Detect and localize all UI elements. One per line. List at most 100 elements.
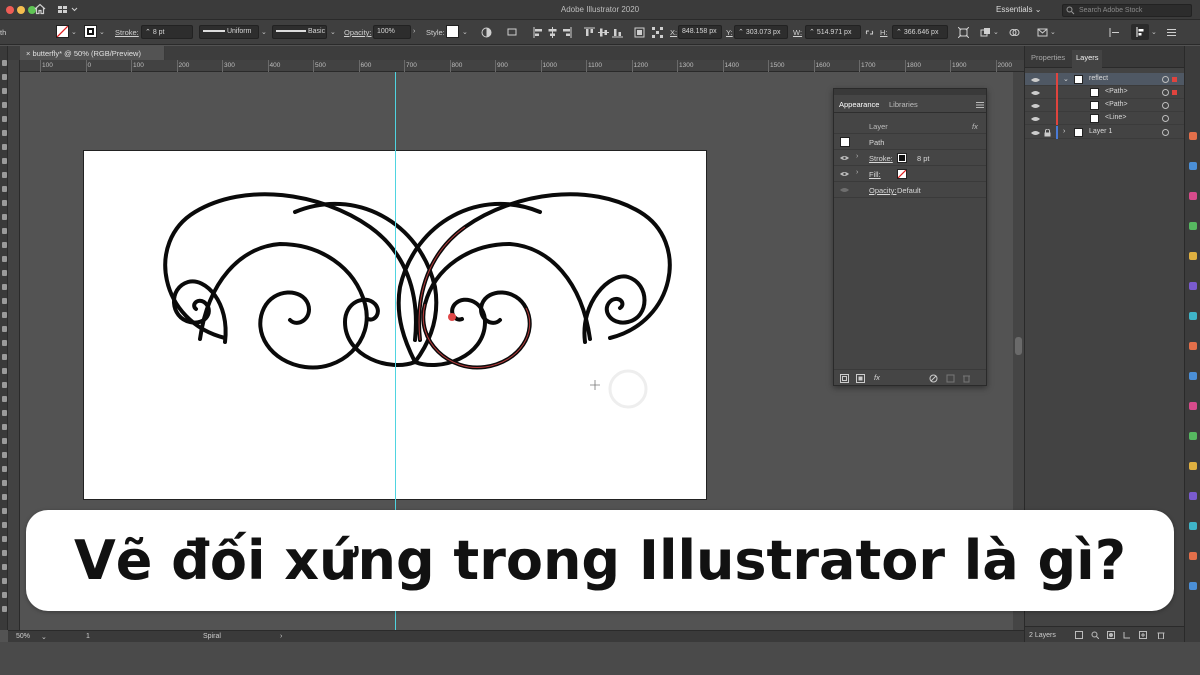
workspace-switcher-icon[interactable] (57, 4, 79, 16)
layer-name[interactable]: <Line> (1105, 114, 1126, 121)
trash-icon[interactable] (962, 374, 971, 383)
tool-icon[interactable] (2, 144, 7, 150)
app-icon[interactable] (1189, 342, 1197, 350)
layer-name[interactable]: <Path> (1105, 101, 1128, 108)
tool-icon[interactable] (2, 116, 7, 122)
stroke-color-swatch[interactable] (897, 153, 907, 163)
tool-icon[interactable] (2, 340, 7, 346)
chevron-down-icon[interactable]: ⌄ (1151, 28, 1157, 36)
y-position-field[interactable]: ⌃ 303.073 px (734, 25, 788, 39)
tool-icon[interactable] (2, 396, 7, 402)
tool-icon[interactable] (2, 270, 7, 276)
new-layer-icon[interactable] (1139, 631, 1147, 639)
home-icon[interactable] (34, 3, 46, 15)
eye-icon[interactable] (840, 171, 849, 177)
align-to-icon[interactable] (507, 27, 518, 38)
tool-icon[interactable] (2, 368, 7, 374)
locate-object-icon[interactable] (1091, 631, 1099, 639)
app-icon[interactable] (1189, 492, 1197, 500)
app-icon[interactable] (1189, 372, 1197, 380)
transform-icon[interactable] (958, 27, 969, 38)
align-right-icon[interactable] (561, 27, 572, 38)
tool-icon[interactable] (2, 410, 7, 416)
app-icon[interactable] (1189, 252, 1197, 260)
workspace-menu[interactable]: Essentials ⌄ (996, 5, 1041, 14)
align-middle-icon[interactable] (598, 27, 609, 38)
panel-menu-icon[interactable] (976, 101, 984, 109)
app-icon[interactable] (1189, 132, 1197, 140)
eye-icon[interactable] (1031, 103, 1040, 109)
vertical-ruler[interactable] (8, 60, 20, 630)
panel-menu-icon[interactable] (1166, 27, 1177, 38)
tab-appearance[interactable]: Appearance (839, 100, 879, 109)
tool-icon[interactable] (2, 102, 7, 108)
tool-icon[interactable] (2, 578, 7, 584)
tab-properties[interactable]: Properties (1031, 53, 1065, 62)
stroke-label[interactable]: Stroke: (115, 28, 139, 37)
target-circle-icon[interactable] (1162, 102, 1169, 109)
reference-point-icon[interactable] (652, 27, 663, 38)
tool-icon[interactable] (2, 494, 7, 500)
tool-icon[interactable] (2, 536, 7, 542)
tool-icon[interactable] (2, 606, 7, 612)
tool-icon[interactable] (2, 228, 7, 234)
appearance-row-opacity[interactable]: Opacity: Default (834, 182, 986, 198)
tool-icon[interactable] (2, 186, 7, 192)
target-circle-icon[interactable] (1162, 129, 1169, 136)
eye-icon[interactable] (1031, 90, 1040, 96)
app-icon[interactable] (1189, 192, 1197, 200)
isolate-object-icon[interactable] (980, 27, 991, 38)
h-label[interactable]: H: (880, 28, 888, 37)
tool-icon[interactable] (2, 354, 7, 360)
chevron-down-icon[interactable]: ⌄ (993, 28, 999, 36)
lock-icon[interactable] (1044, 129, 1051, 137)
tool-icon[interactable] (2, 242, 7, 248)
stock-search-input[interactable]: Search Adobe Stock (1062, 4, 1192, 17)
tool-icon[interactable] (2, 214, 7, 220)
recolor-artwork-icon[interactable] (481, 27, 492, 38)
stroke-weight-field[interactable]: ⌃ 8 pt (141, 25, 193, 39)
export-icon[interactable] (1075, 631, 1083, 639)
x-position-field[interactable]: 848.158 px (678, 25, 722, 39)
appearance-row-fill[interactable]: › Fill: (834, 166, 986, 182)
stroke-weight-value[interactable]: 8 pt (917, 154, 930, 163)
tool-icon[interactable] (2, 564, 7, 570)
tool-icon[interactable] (2, 438, 7, 444)
chevron-down-icon[interactable]: ⌄ (41, 633, 47, 641)
tool-icon[interactable] (2, 172, 7, 178)
chevron-down-icon[interactable]: ⌄ (1050, 28, 1056, 36)
chevron-right-icon[interactable]: › (856, 169, 858, 176)
tool-icon[interactable] (2, 256, 7, 262)
app-icon[interactable] (1189, 402, 1197, 410)
stroke-label[interactable]: Stroke: (869, 154, 893, 163)
minimize-window-button[interactable] (17, 6, 25, 14)
chevron-down-icon[interactable]: ⌄ (71, 28, 77, 36)
add-new-fill-icon[interactable] (856, 374, 865, 383)
selection-indicator[interactable] (1172, 90, 1177, 95)
tool-icon[interactable] (2, 452, 7, 458)
selection-indicator[interactable] (1172, 77, 1177, 82)
tool-icon[interactable] (2, 382, 7, 388)
fill-label[interactable]: Fill: (869, 170, 881, 179)
stroke-swatch[interactable] (84, 25, 97, 38)
appearance-row-stroke[interactable]: › Stroke: 8 pt (834, 150, 986, 166)
y-label[interactable]: Y: (726, 28, 733, 37)
opacity-label[interactable]: Opacity: (344, 28, 372, 37)
tool-icon[interactable] (2, 326, 7, 332)
chevron-down-icon[interactable]: ⌄ (462, 28, 468, 36)
w-label[interactable]: W: (793, 28, 802, 37)
appearance-row-layer[interactable]: Layer fx (834, 118, 986, 134)
close-window-button[interactable] (6, 6, 14, 14)
app-icon[interactable] (1189, 162, 1197, 170)
envelope-icon[interactable] (1037, 27, 1048, 38)
tool-icon[interactable] (2, 60, 7, 66)
variable-width-profile-select[interactable]: Uniform (199, 25, 259, 39)
trash-icon[interactable] (1157, 631, 1165, 639)
layer-name[interactable]: Layer 1 (1089, 128, 1112, 135)
chevron-down-icon[interactable]: ⌄ (99, 28, 105, 36)
layer-row-reflect[interactable]: ⌄ reflect (1025, 73, 1185, 86)
appearance-row-path[interactable]: Path (834, 134, 986, 150)
eye-icon[interactable] (1031, 77, 1040, 83)
width-field[interactable]: ⌃ 514.971 px (805, 25, 861, 39)
new-sublayer-icon[interactable] (1123, 631, 1131, 639)
